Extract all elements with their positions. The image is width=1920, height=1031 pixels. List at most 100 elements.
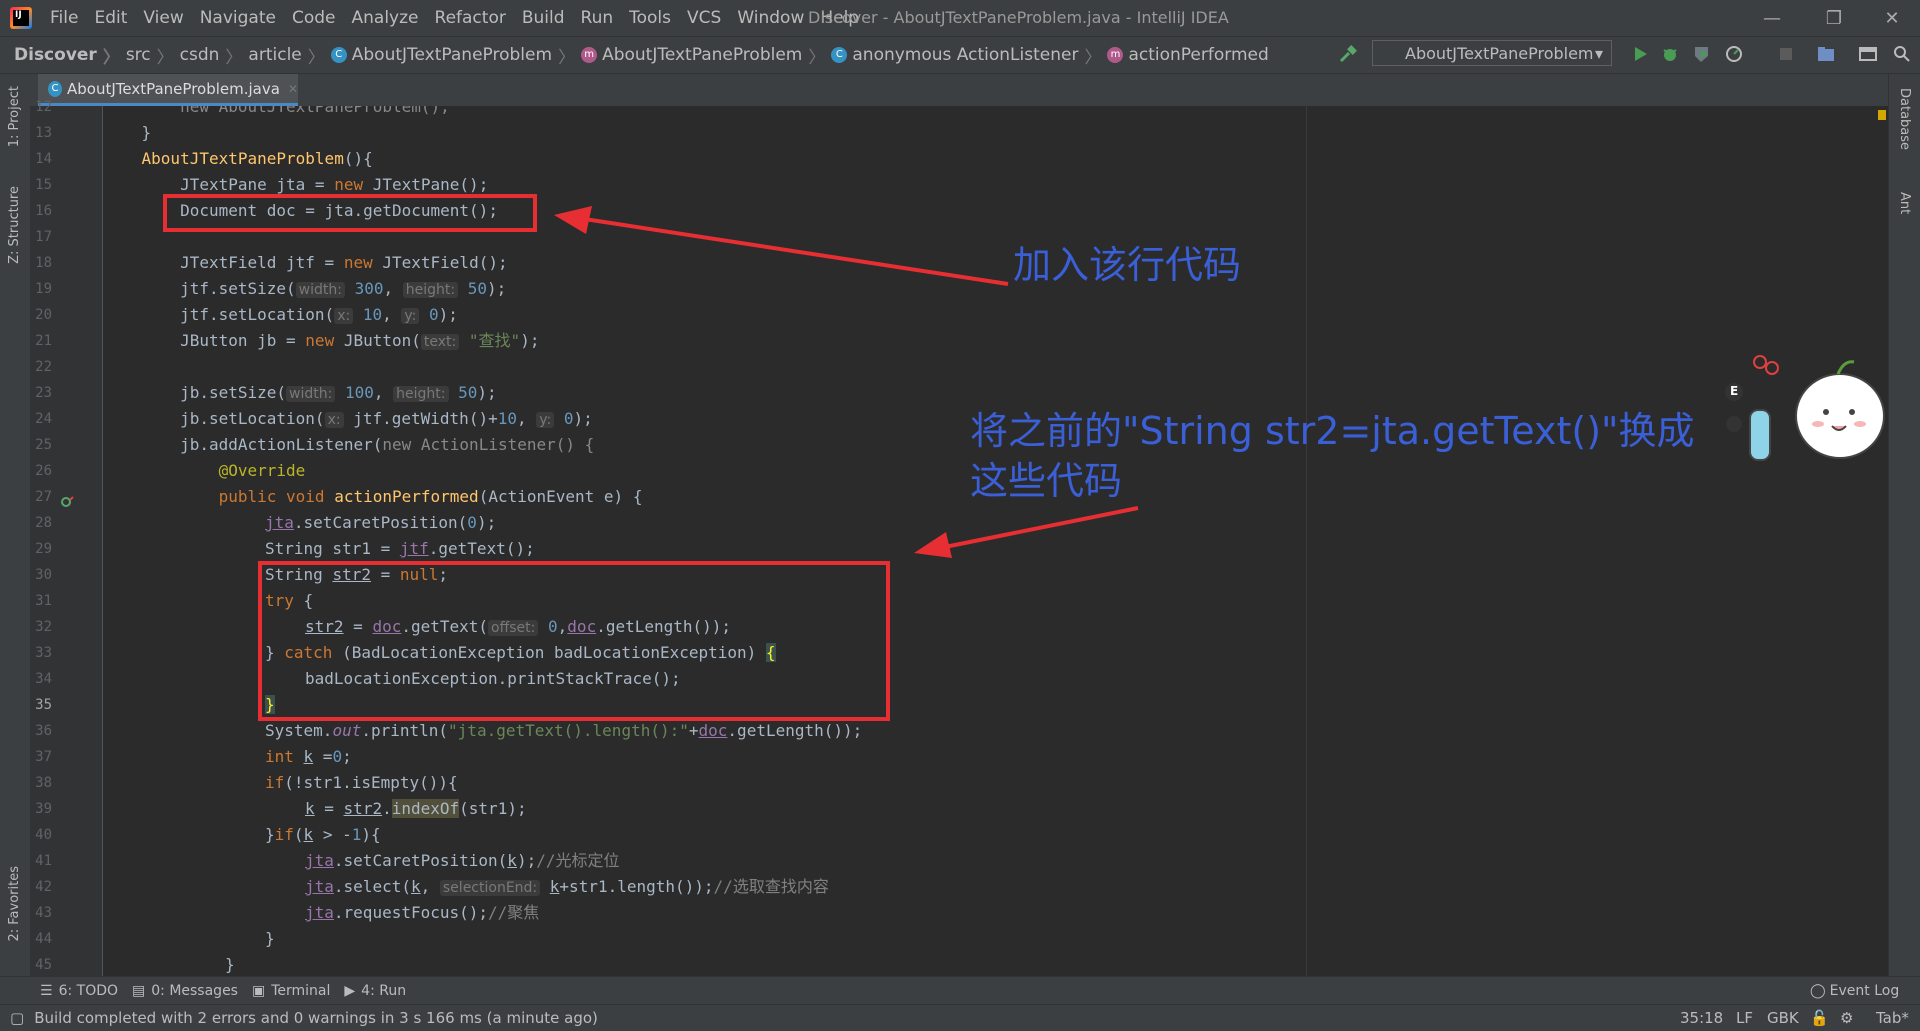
breadcrumb-csdn[interactable]: csdn 〉: [180, 43, 243, 68]
tool-database[interactable]: Database: [1897, 88, 1912, 150]
run-configuration-select[interactable]: AboutJTextPaneProblem ▾: [1372, 40, 1612, 66]
breadcrumb-file[interactable]: C AboutJTextPaneProblem 〉: [330, 43, 575, 68]
code-line-21: JButton jb = new JButton(text: "查找");: [103, 331, 540, 350]
menu-window[interactable]: Window: [729, 8, 812, 28]
code-line-37: int k =0;: [265, 747, 352, 766]
menu-analyze[interactable]: Analyze: [344, 8, 427, 28]
status-bar: ▢ Build completed with 2 errors and 0 wa…: [0, 1004, 1920, 1031]
minimize-icon[interactable]: —: [1744, 0, 1800, 36]
line-separator[interactable]: LF: [1736, 1009, 1753, 1027]
code-line-44: }: [265, 929, 275, 948]
menu-refactor[interactable]: Refactor: [427, 8, 514, 28]
inspector-icon[interactable]: ⚙: [1840, 1009, 1853, 1027]
tab-label: AboutJTextPaneProblem.java: [67, 79, 280, 98]
line-number: 15: [35, 177, 52, 193]
terminal-icon: ▣: [251, 983, 266, 999]
annotation-replace: 将之前的"String str2=jta.getText()"换成 这些代码: [970, 406, 1695, 506]
code-line-23: jb.setSize(width: 100, height: 50);: [103, 383, 497, 402]
code-line-18: JTextField jtf = new JTextField();: [103, 253, 508, 272]
highlight-box-doc-line: [163, 194, 537, 232]
breadcrumb-anonymous-class[interactable]: Canonymous ActionListener 〉: [831, 43, 1101, 68]
run-icon[interactable]: [1630, 44, 1650, 64]
stop-icon[interactable]: [1776, 44, 1796, 64]
layout-icon[interactable]: [1858, 44, 1878, 64]
tool-structure[interactable]: Z: Structure: [7, 186, 22, 264]
coverage-icon[interactable]: [1692, 44, 1712, 64]
breadcrumb-project[interactable]: Discover 〉: [14, 43, 120, 68]
menu-view[interactable]: View: [135, 8, 191, 28]
line-number: 23: [35, 385, 52, 401]
menu-code[interactable]: Code: [284, 8, 344, 28]
line-number: 14: [35, 151, 52, 167]
profile-icon[interactable]: [1724, 44, 1744, 64]
menu-run[interactable]: Run: [573, 8, 622, 28]
debug-icon[interactable]: [1660, 44, 1680, 64]
tool-project[interactable]: 1: Project: [7, 86, 22, 147]
breadcrumb-constructor[interactable]: m AboutJTextPaneProblem 〉: [581, 43, 825, 68]
line-number: 43: [35, 905, 52, 921]
event-log-icon: ◯: [1810, 983, 1826, 999]
line-number: 27: [35, 489, 52, 505]
method-icon: m: [581, 47, 598, 63]
caret-position[interactable]: 35:18: [1680, 1009, 1723, 1027]
window-title: Discover - AboutJTextPaneProblem.java - …: [808, 8, 1229, 27]
indent-setting[interactable]: Tab*: [1876, 1009, 1909, 1027]
menu-build[interactable]: Build: [514, 8, 573, 28]
line-number: 45: [35, 957, 52, 973]
line-number: 38: [35, 775, 52, 791]
build-hammer-icon[interactable]: [1338, 44, 1358, 64]
tool-terminal[interactable]: ▣ Terminal: [252, 983, 330, 999]
editor-tab-bar: C AboutJTextPaneProblem.java ✕: [30, 74, 1888, 107]
line-number: 12: [35, 99, 52, 115]
override-method-icon[interactable]: [60, 494, 76, 510]
tool-todo[interactable]: ☰ 6: TODO: [40, 983, 118, 999]
tool-favorites[interactable]: 2: Favorites: [7, 866, 22, 942]
intellij-logo-icon: [10, 7, 32, 29]
line-number: 17: [35, 229, 52, 245]
line-number: 32: [35, 619, 52, 635]
file-encoding[interactable]: GBK: [1767, 1009, 1799, 1027]
tool-messages[interactable]: ▤ 0: Messages: [132, 983, 238, 999]
line-number: 35: [35, 697, 52, 713]
menu-navigate[interactable]: Navigate: [192, 8, 284, 28]
arrow-to-doc-line: [554, 206, 1009, 286]
line-number: 39: [35, 801, 52, 817]
project-structure-icon[interactable]: [1816, 44, 1836, 64]
code-line-24: jb.setLocation(x: jtf.getWidth()+10, y: …: [103, 409, 593, 428]
code-line-29: String str1 = jtf.getText();: [265, 539, 535, 558]
line-number: 29: [35, 541, 52, 557]
line-number: 21: [35, 333, 52, 349]
event-log[interactable]: ◯ Event Log: [1810, 983, 1899, 999]
menu-file[interactable]: File: [42, 8, 86, 28]
tool-run[interactable]: ▶ 4: Run: [344, 983, 406, 999]
line-number: 31: [35, 593, 52, 609]
code-line-13: }: [103, 123, 152, 142]
tab-aboutjtextpaneproblem[interactable]: C AboutJTextPaneProblem.java ✕: [38, 74, 298, 106]
method-icon: m: [1107, 47, 1124, 63]
line-number: 33: [35, 645, 52, 661]
code-line-40: }if(k > -1){: [265, 825, 381, 844]
chevron-down-icon: ▾: [1594, 44, 1603, 63]
breadcrumb-method[interactable]: m actionPerformed: [1107, 45, 1269, 65]
lock-icon[interactable]: 🔓: [1810, 1009, 1829, 1027]
search-icon[interactable]: [1892, 44, 1912, 64]
line-number: 26: [35, 463, 52, 479]
code-line-45: }: [225, 955, 235, 974]
breadcrumb-article[interactable]: article 〉: [248, 43, 324, 68]
close-tab-icon[interactable]: ✕: [288, 82, 298, 96]
run-icon: ▶: [344, 983, 356, 999]
status-toggle-icon[interactable]: ▢: [10, 1009, 24, 1027]
messages-icon: ▤: [132, 983, 146, 999]
menu-vcs[interactable]: VCS: [679, 8, 729, 28]
menu-tools[interactable]: Tools: [621, 8, 679, 28]
code-line-26: @Override: [103, 461, 306, 480]
tool-ant[interactable]: Ant: [1897, 192, 1912, 214]
annotation-add-line: 加入该行代码: [1013, 243, 1242, 287]
menu-edit[interactable]: Edit: [86, 8, 135, 28]
annotation-replace-line1: 将之前的"String str2=jta.getText()"换成: [970, 409, 1695, 453]
status-message[interactable]: Build completed with 2 errors and 0 warn…: [34, 1009, 598, 1027]
warning-marker-icon[interactable]: [1878, 110, 1886, 120]
breadcrumb-src[interactable]: src 〉: [126, 43, 174, 68]
restore-icon[interactable]: ❐: [1806, 0, 1862, 36]
close-icon[interactable]: ✕: [1864, 0, 1920, 36]
